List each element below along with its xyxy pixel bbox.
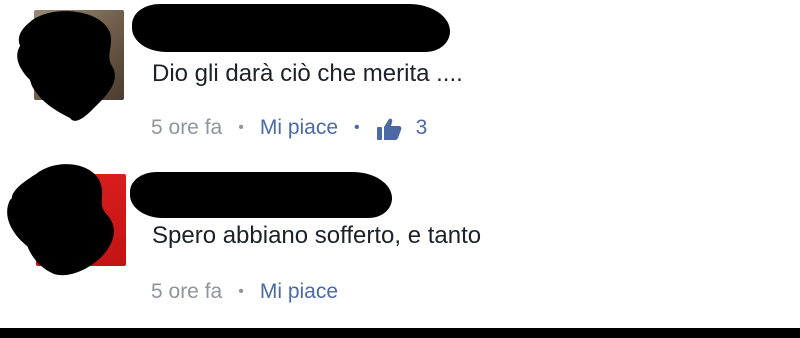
- separator-dot: •: [354, 119, 360, 136]
- avatar[interactable]: [0, 0, 130, 130]
- timestamp[interactable]: 5 ore fa: [151, 280, 222, 304]
- redaction-scribble: [17, 11, 115, 121]
- author-name-redacted[interactable]: [130, 172, 392, 218]
- bottom-border: [0, 328, 800, 338]
- redaction-scribble: [7, 164, 114, 276]
- separator-dot: •: [238, 119, 244, 136]
- avatar[interactable]: [0, 160, 130, 290]
- like-button[interactable]: Mi piace: [260, 280, 338, 304]
- separator-dot: •: [238, 283, 244, 300]
- comment-text: Spero abbiano sofferto, e tanto: [152, 222, 482, 249]
- comment-meta: 5 ore fa • Mi piace: [151, 278, 338, 306]
- comment-item: Dio gli darà ciò che merita .... 5 ore f…: [0, 0, 800, 160]
- like-button[interactable]: Mi piace: [260, 116, 338, 140]
- timestamp[interactable]: 5 ore fa: [151, 116, 222, 140]
- comment-text: Dio gli darà ciò che merita ....: [152, 60, 463, 87]
- like-count[interactable]: 3: [416, 116, 428, 140]
- comment-meta: 5 ore fa • Mi piace • 3: [151, 114, 427, 142]
- author-name-redacted[interactable]: [132, 4, 450, 52]
- thumbs-up-icon[interactable]: [376, 117, 402, 141]
- comment-item: Spero abbiano sofferto, e tanto 5 ore fa…: [0, 160, 800, 328]
